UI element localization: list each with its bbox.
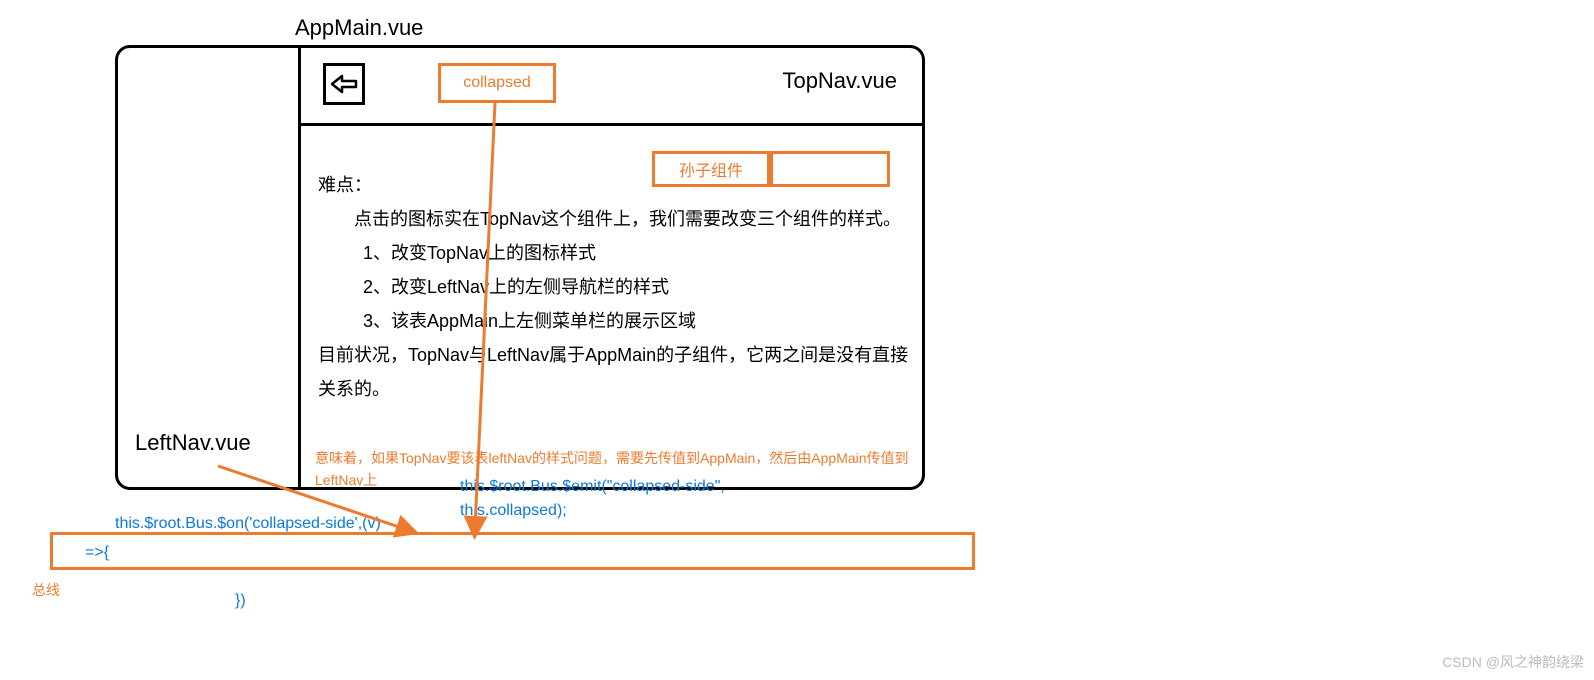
arrow-brace-code: =>{ [85,544,109,562]
emit-code-l2: this.collapsed); [460,499,725,523]
content-p2: 目前状况，TopNav与LeftNav属于AppMain的子组件，它两之间是没有… [318,338,912,406]
content-text: 难点： 点击的图标实在TopNav这个组件上，我们需要改变三个组件的样式。 1、… [318,168,912,406]
watermark: CSDN @风之神韵绕梁 [1442,652,1584,672]
appmain-container: collapsed TopNav.vue 孙子组件 难点： 点击的图标实在Top… [115,45,925,490]
bus-box [50,532,975,570]
collapsed-var-box: collapsed [438,63,556,103]
appmain-label: AppMain.vue [295,15,423,41]
content-li1: 1、改变TopNav上的图标样式 [318,236,912,270]
topnav-label: TopNav.vue [782,68,897,94]
content-title: 难点： [318,168,912,202]
horizontal-divider [301,123,922,126]
on-code: this.$root.Bus.$on('collapsed-side',(v) [115,515,381,533]
bus-label: 总线 [32,580,60,600]
content-li2: 2、改变LeftNav上的左侧导航栏的样式 [318,270,912,304]
emit-code: this.$root.Bus.$emit("collapsed-side", t… [460,475,725,523]
close-brace-code: }) [235,592,246,610]
collapsed-var-label: collapsed [463,74,531,92]
content-p1: 点击的图标实在TopNav这个组件上，我们需要改变三个组件的样式。 [318,202,912,236]
vertical-divider [298,48,301,487]
back-arrow-icon[interactable] [323,63,365,105]
content-li3: 3、该表AppMain上左侧菜单栏的展示区域 [318,304,912,338]
emit-code-l1: this.$root.Bus.$emit("collapsed-side", [460,475,725,499]
leftnav-label: LeftNav.vue [135,430,251,456]
